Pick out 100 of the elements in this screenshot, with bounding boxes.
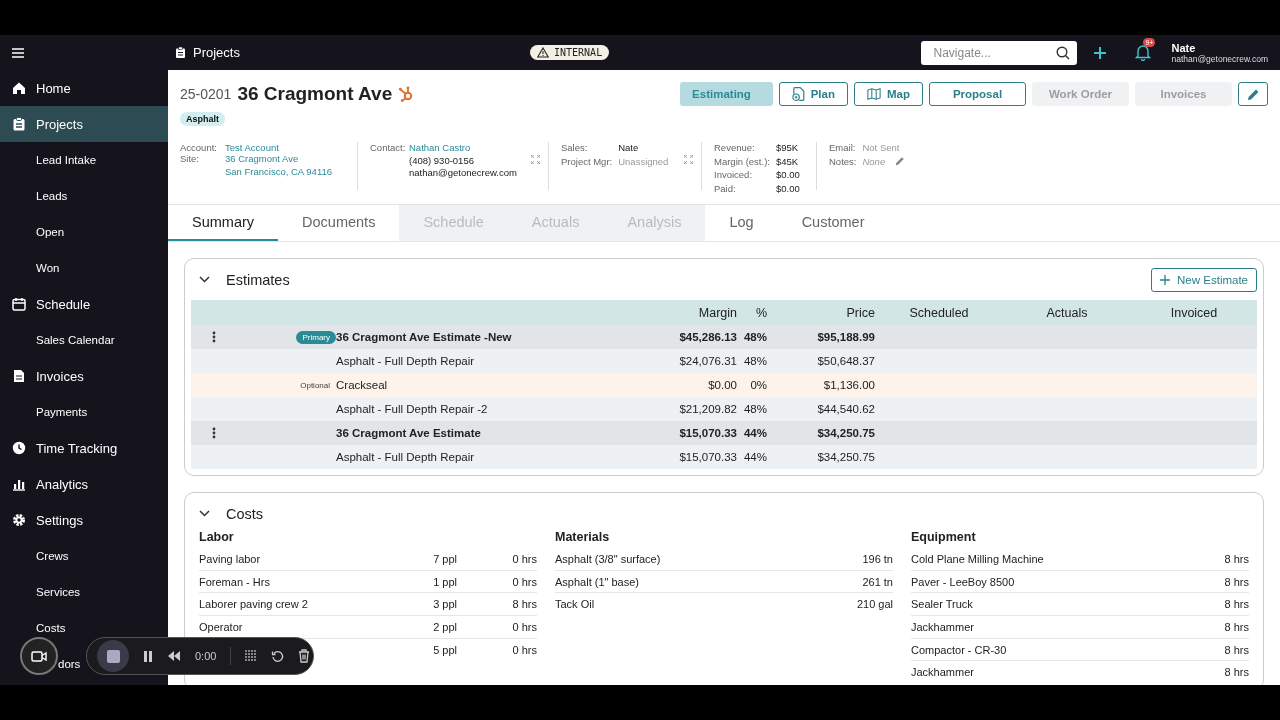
sidebar-item[interactable]: dors [58, 656, 81, 672]
gear-icon [12, 513, 26, 527]
action-button[interactable]: Proposal [929, 82, 1026, 106]
user-email: nathan@getonecrew.com [1171, 53, 1268, 64]
sidebar-item[interactable]: Payments [0, 404, 168, 420]
card-title: Costs [226, 505, 264, 522]
column-header: Actuals [1045, 305, 1089, 320]
page-title: Projects [193, 45, 240, 60]
sidebar-item[interactable]: Settings [0, 512, 168, 528]
warning-icon [537, 47, 549, 58]
field-label: Contact: [370, 142, 407, 155]
section-heading: Labor [199, 530, 235, 546]
search-icon [1056, 45, 1071, 60]
site-link[interactable]: San Francisco, CA 94116 [225, 165, 333, 177]
add-icon[interactable] [1094, 46, 1107, 59]
cost-hours: 0 hrs [511, 643, 537, 656]
more-icon[interactable] [211, 331, 216, 343]
table-cell-text: $15,070.33 [678, 451, 737, 463]
trash-icon[interactable] [298, 649, 311, 663]
sidebar-item[interactable]: Lead Intake [0, 152, 168, 168]
pencil-icon [1246, 87, 1260, 101]
map-button[interactable]: Map [854, 82, 923, 106]
field-label: Invoiced: [714, 169, 754, 180]
expand-icon[interactable] [684, 155, 693, 164]
table-cell-text: 48% [742, 331, 767, 343]
chevron-icon[interactable] [199, 510, 210, 517]
sidebar-item[interactable]: Invoices [0, 368, 168, 384]
stop-button[interactable] [97, 640, 129, 672]
site-link[interactable]: 36 Cragmont Ave [225, 153, 333, 164]
sidebar-item[interactable]: Open [0, 224, 168, 240]
plus-icon [1160, 274, 1171, 285]
sidebar-item[interactable]: Time Tracking [0, 440, 168, 456]
expand-icon[interactable] [531, 155, 540, 164]
cost-quantity: 210 gal [855, 598, 893, 611]
table-cell-text: $24,076.31 [678, 355, 737, 367]
table-cell-text: 36 Cragmont Ave Estimate -New [336, 331, 513, 343]
field-label: Site: [180, 153, 200, 166]
cost-name: Foreman - Hrs [199, 575, 271, 588]
table-cell-text: $0.00 [707, 379, 737, 391]
document-icon [792, 86, 805, 102]
bell-icon[interactable] [1135, 44, 1152, 61]
pencil-icon[interactable] [895, 156, 906, 166]
recording-time: 0:00 [195, 650, 217, 662]
field-label: Email: [829, 142, 857, 153]
estimate-row[interactable]: Asphalt - Full Depth Repair $15,070.33 44% $34,250.75 [191, 445, 1257, 469]
sidebar-item[interactable]: Home [0, 80, 168, 96]
section-heading: Equipment [911, 530, 977, 546]
section-heading: Materials [555, 530, 611, 546]
sidebar-item[interactable]: Schedule [0, 296, 168, 312]
contact-link[interactable]: Nathan Castro [409, 142, 517, 153]
new-estimate-button[interactable]: New Estimate [1151, 267, 1257, 292]
sidebar-item[interactable]: Analytics [0, 476, 168, 492]
chevron-icon[interactable] [199, 276, 210, 283]
cost-quantity: 3 ppl [432, 598, 457, 611]
sidebar-item[interactable]: Leads [0, 188, 168, 204]
table-cell-text: $34,250.75 [816, 451, 875, 463]
primary-badge: Primary [296, 330, 336, 344]
plan-button[interactable]: Plan [779, 82, 848, 106]
field-value: $0.00 [775, 182, 800, 194]
project-tag: Asphalt [180, 112, 225, 126]
field-label: Paid: [714, 182, 737, 194]
table-cell-text: $1,136.00 [822, 379, 875, 391]
cost-hours: 8 hrs [511, 598, 537, 611]
restart-icon[interactable] [271, 649, 285, 663]
cost-name: Laborer paving crew 2 [199, 598, 309, 611]
cost-hours: 8 hrs [1223, 643, 1249, 656]
field-value: None [862, 155, 886, 167]
edit-button[interactable] [1238, 82, 1268, 106]
estimate-row[interactable]: Asphalt - Full Depth Repair $24,076.31 48% $50,648.37 [191, 349, 1257, 373]
cost-hours: 0 hrs [511, 620, 537, 633]
search-field[interactable]: Navigate... [921, 40, 1078, 65]
field-label: Project Mgr: [561, 155, 613, 167]
projects-icon [12, 117, 26, 131]
cost-name: Sealer Truck [911, 598, 974, 611]
cost-name: Tack Oil [555, 598, 596, 611]
sidebar-item[interactable]: Sales Calendar [0, 332, 168, 348]
cost-quantity: 7 ppl [432, 552, 457, 565]
grid-icon[interactable] [245, 650, 258, 662]
sidebar-item[interactable]: Costs [0, 620, 168, 636]
table-cell-text: 44% [742, 427, 767, 439]
sprocket-icon[interactable] [398, 86, 415, 102]
sidebar-item[interactable]: Crews [0, 548, 168, 564]
cost-name: Paver - LeeBoy 8500 [911, 575, 1016, 588]
sidebar-item[interactable]: Projects [0, 106, 168, 142]
pause-icon[interactable] [143, 650, 153, 662]
table-cell-text: $44,540.62 [816, 403, 875, 415]
table-cell-text: $45,286.13 [678, 331, 737, 343]
account-link[interactable]: Test Account [225, 142, 279, 153]
rewind-icon[interactable] [167, 651, 181, 661]
optional-label: Optional [299, 379, 331, 392]
column-header: Scheduled [908, 305, 970, 320]
estimate-row[interactable]: Optional Crackseal $0.00 0% $1,136.00 [191, 373, 1257, 397]
more-icon[interactable] [211, 427, 216, 439]
sidebar-item[interactable]: Services [0, 584, 168, 600]
estimate-row[interactable]: 36 Cragmont Ave Estimate $15,070.33 44% $34,250.75 [191, 421, 1257, 445]
sidebar-item[interactable]: Won [0, 260, 168, 276]
estimate-row[interactable]: Asphalt - Full Depth Repair -2 $21,209.82 48% $44,540.62 [191, 397, 1257, 421]
estimate-row[interactable]: Primary 36 Cragmont Ave Estimate -New $45,286.13 48% $95,188.99 [191, 325, 1257, 349]
map-icon [867, 87, 881, 101]
menu-icon[interactable] [12, 47, 24, 58]
